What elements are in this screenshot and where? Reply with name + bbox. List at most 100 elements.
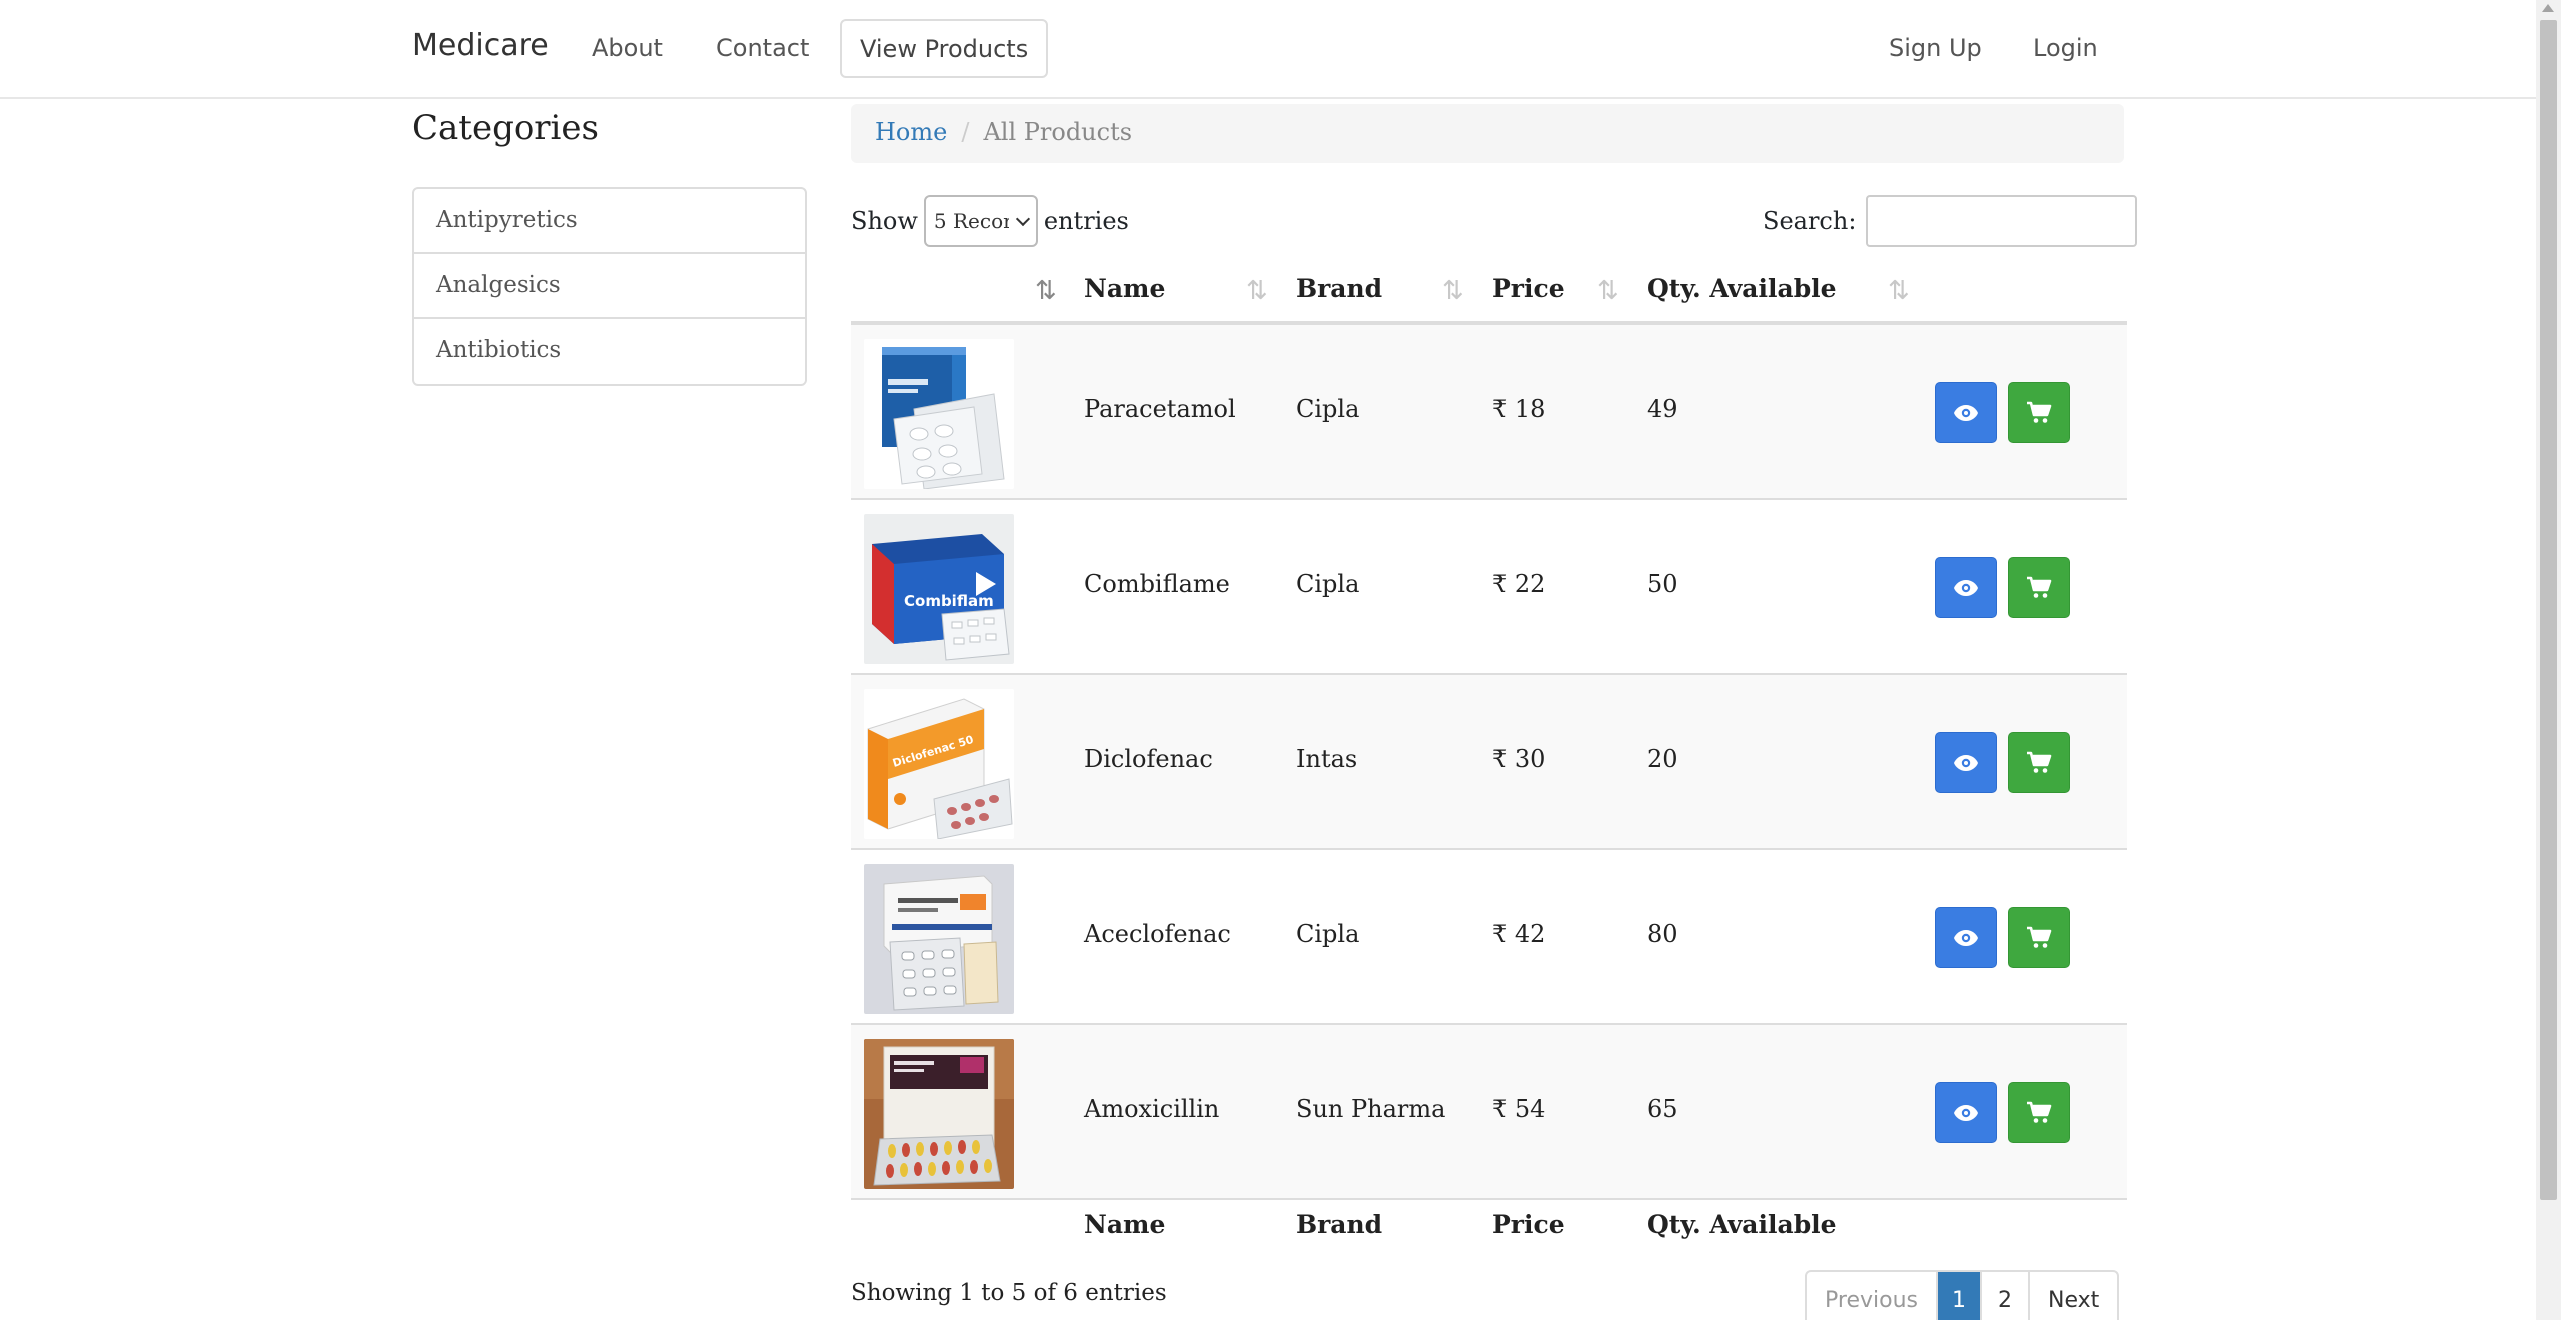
- product-image-diclofenac: Diclofenac 50: [864, 689, 1014, 839]
- add-to-cart-button[interactable]: [2008, 732, 2070, 793]
- category-item-antipyretics[interactable]: Antipyretics: [414, 189, 805, 254]
- footer-header-brand: Brand: [1296, 1210, 1383, 1239]
- eye-icon: [1954, 929, 1978, 946]
- table-row: Diclofenac 50 Diclofenac Intas ₹ 30 20: [851, 675, 2127, 850]
- view-product-button[interactable]: [1935, 557, 1997, 618]
- cell-price: ₹ 18: [1492, 395, 1546, 423]
- eye-icon: [1954, 579, 1978, 596]
- page-scrollbar[interactable]: [2536, 0, 2561, 1320]
- cell-name: Combiflame: [1084, 570, 1230, 598]
- sort-icon[interactable]: ⇅: [1035, 276, 1057, 306]
- pagination-page-1[interactable]: 1: [1937, 1272, 1982, 1320]
- table-row: Paracetamol Cipla ₹ 18 49: [851, 325, 2127, 500]
- table-footer-row: Name Brand Price Qty. Available: [851, 1200, 2127, 1260]
- categories-list: Antipyretics Analgesics Antibiotics: [412, 187, 807, 386]
- eye-icon: [1954, 1104, 1978, 1121]
- records-per-page-select[interactable]: 5 Records: [923, 195, 1038, 247]
- column-header-name[interactable]: Name: [1084, 274, 1165, 303]
- products-table: ⇅ Name ⇅ Brand ⇅ Price ⇅ Qty. Available …: [851, 260, 2127, 1260]
- table-info: Showing 1 to 5 of 6 entries: [851, 1280, 1167, 1306]
- cell-qty: 49: [1647, 395, 1678, 423]
- cell-price: ₹ 30: [1492, 745, 1546, 773]
- cart-icon: [2027, 1101, 2052, 1123]
- eye-icon: [1954, 754, 1978, 771]
- column-header-qty[interactable]: Qty. Available: [1647, 274, 1837, 303]
- search-input[interactable]: [1866, 195, 2138, 247]
- svg-text:Combiflam: Combiflam: [904, 592, 994, 610]
- column-header-brand[interactable]: Brand: [1296, 274, 1382, 303]
- navbar: Medicare About Contact View Products Sig…: [0, 0, 2536, 99]
- cell-qty: 80: [1647, 920, 1678, 948]
- cell-qty: 50: [1647, 570, 1678, 598]
- pagination-previous[interactable]: Previous: [1807, 1272, 1938, 1320]
- scroll-thumb[interactable]: [2540, 20, 2557, 1200]
- length-control: Show 5 Records entries: [851, 195, 1129, 247]
- table-row: Amoxicillin Sun Pharma ₹ 54 65: [851, 1025, 2127, 1200]
- search-control: Search:: [1763, 195, 2138, 247]
- add-to-cart-button[interactable]: [2008, 557, 2070, 618]
- table-row: Aceclofenac Cipla ₹ 42 80: [851, 850, 2127, 1025]
- pagination: Previous 1 2 Next: [1805, 1270, 2120, 1320]
- footer-header-qty: Qty. Available: [1647, 1210, 1837, 1239]
- cart-icon: [2027, 751, 2052, 773]
- pagination-next[interactable]: Next: [2030, 1272, 2117, 1320]
- view-product-button[interactable]: [1935, 732, 1997, 793]
- sort-icon[interactable]: ⇅: [1888, 276, 1910, 306]
- product-image-paracetamol: [864, 339, 1014, 489]
- nav-link-sign-up[interactable]: Sign Up: [1889, 34, 1982, 62]
- nav-link-contact[interactable]: Contact: [716, 34, 809, 62]
- sort-icon[interactable]: ⇅: [1597, 276, 1619, 306]
- column-header-price[interactable]: Price: [1492, 274, 1565, 303]
- sort-icon[interactable]: ⇅: [1246, 276, 1268, 306]
- search-label: Search:: [1763, 207, 1857, 235]
- eye-icon: [1954, 404, 1978, 421]
- brand-link[interactable]: Medicare: [412, 28, 549, 63]
- view-product-button[interactable]: [1935, 1082, 1997, 1143]
- table-header-row: ⇅ Name ⇅ Brand ⇅ Price ⇅ Qty. Available …: [851, 260, 2127, 325]
- breadcrumb-current: All Products: [983, 118, 1133, 146]
- add-to-cart-button[interactable]: [2008, 907, 2070, 968]
- add-to-cart-button[interactable]: [2008, 1082, 2070, 1143]
- table-row: Combiflam Combiflame Cipla ₹ 22 50: [851, 500, 2127, 675]
- breadcrumb: Home / All Products: [851, 104, 2124, 163]
- cart-icon: [2027, 576, 2052, 598]
- view-product-button[interactable]: [1935, 907, 1997, 968]
- product-image-amoxicillin: [864, 1039, 1014, 1189]
- cell-brand: Sun Pharma: [1296, 1095, 1446, 1123]
- cell-name: Aceclofenac: [1084, 920, 1231, 948]
- breadcrumb-home-link[interactable]: Home: [875, 118, 947, 146]
- category-item-analgesics[interactable]: Analgesics: [414, 254, 805, 319]
- add-to-cart-button[interactable]: [2008, 382, 2070, 443]
- cell-price: ₹ 22: [1492, 570, 1546, 598]
- footer-header-price: Price: [1492, 1210, 1565, 1239]
- cart-icon: [2027, 401, 2052, 423]
- cell-qty: 20: [1647, 745, 1678, 773]
- cell-brand: Cipla: [1296, 395, 1360, 423]
- product-image-combiflame: Combiflam: [864, 514, 1014, 664]
- cell-brand: Cipla: [1296, 920, 1360, 948]
- product-image-aceclofenac: [864, 864, 1014, 1014]
- category-item-antibiotics[interactable]: Antibiotics: [414, 319, 805, 384]
- chevron-down-icon: [1015, 211, 1030, 226]
- pagination-page-2[interactable]: 2: [1982, 1272, 2030, 1320]
- footer-header-name: Name: [1084, 1210, 1166, 1239]
- cell-name: Amoxicillin: [1084, 1095, 1220, 1123]
- cell-name: Paracetamol: [1084, 395, 1236, 423]
- breadcrumb-separator: /: [961, 118, 970, 146]
- view-product-button[interactable]: [1935, 382, 1997, 443]
- sort-icon[interactable]: ⇅: [1442, 276, 1464, 306]
- cell-price: ₹ 54: [1492, 1095, 1546, 1123]
- records-per-page-value: 5 Records: [933, 209, 1009, 233]
- show-label: Show: [851, 207, 918, 235]
- cell-brand: Cipla: [1296, 570, 1360, 598]
- cell-price: ₹ 42: [1492, 920, 1546, 948]
- nav-link-view-products[interactable]: View Products: [840, 19, 1049, 78]
- scroll-up-arrow-icon[interactable]: [2542, 4, 2554, 12]
- nav-link-login[interactable]: Login: [2033, 34, 2098, 62]
- entries-label: entries: [1043, 207, 1129, 235]
- cart-icon: [2027, 926, 2052, 948]
- cell-brand: Intas: [1296, 745, 1358, 773]
- nav-link-about[interactable]: About: [592, 34, 663, 62]
- cell-qty: 65: [1647, 1095, 1678, 1123]
- categories-title: Categories: [412, 108, 599, 148]
